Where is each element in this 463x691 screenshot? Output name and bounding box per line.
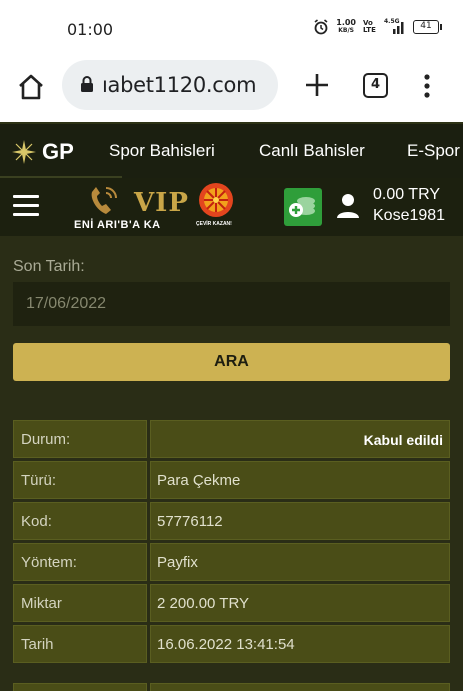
status-icons: 1.00 KB/S Vo LTE 4.5G 41: [313, 18, 442, 35]
detail-value: 2 200.00 TRY: [150, 584, 450, 622]
detail-value: 57776112: [150, 502, 450, 540]
detail-key: Miktar: [13, 584, 147, 622]
site-logo[interactable]: GP: [10, 138, 74, 166]
nav-spor-bahisleri[interactable]: Spor Bahisleri: [109, 141, 215, 161]
detail-key: Kod:: [13, 502, 147, 540]
table-row: Kod: 57776112: [13, 502, 450, 543]
search-button[interactable]: ARA: [13, 343, 450, 381]
table-row: Tarih 16.06.2022 13:41:54: [13, 625, 450, 666]
hamburger-icon[interactable]: [13, 195, 39, 217]
promo-banner[interactable]: VIP ÇEVİR KAZAN! ENİ ARI'B'A KA: [74, 182, 244, 234]
status-value: Kabul edildi: [150, 420, 450, 458]
table-row-partial: [13, 683, 450, 691]
vip-label: VIP: [134, 188, 189, 218]
home-icon[interactable]: [16, 72, 46, 102]
browser-toolbar: ıabet1120.com 4: [0, 56, 463, 122]
table-row: Miktar 2 200.00 TRY: [13, 584, 450, 625]
url-text: ıabet1120.com: [102, 73, 257, 97]
lock-icon: [81, 76, 93, 92]
alarm-icon: [314, 19, 328, 35]
nav-canli-bahisler[interactable]: Canlı Bahisler: [259, 141, 365, 161]
address-bar[interactable]: ıabet1120.com: [62, 60, 278, 110]
status-time: 01:00: [67, 20, 114, 39]
user-icon[interactable]: [336, 192, 360, 220]
promo-text: ENİ ARI'B'A KA: [74, 219, 161, 231]
detail-value: Para Çekme: [150, 461, 450, 499]
wheel-label: ÇEVİR KAZAN!: [196, 221, 232, 227]
network-speed: 1.00 KB/S: [336, 19, 356, 35]
detail-key: Yöntem:: [13, 543, 147, 581]
phone-icon: [91, 187, 117, 214]
status-bar: 01:00 1.00 KB/S Vo LTE 4.5G 41: [0, 0, 463, 56]
table-row: Durum: Kabul edildi: [13, 420, 450, 461]
nav-e-spor[interactable]: E-Spor: [407, 141, 460, 161]
signal-icon: 4.5G: [384, 18, 406, 34]
withdrawal-history-panel: Son Tarih: ARA Durum: Kabul edildi Türü:…: [0, 236, 463, 691]
wheel-icon: [199, 183, 233, 217]
site-nav: GP Spor Bahisleri Canlı Bahisler E-Spor: [0, 122, 463, 179]
speed-unit: KB/S: [338, 27, 354, 34]
speed-value: 1.00: [336, 18, 356, 27]
battery-icon: 41: [413, 20, 442, 34]
logo-text: GP: [42, 139, 74, 164]
username-text[interactable]: Kose1981: [373, 207, 445, 225]
transaction-details-table: Durum: Kabul edildi Türü: Para Çekme Kod…: [13, 420, 450, 666]
date-label: Son Tarih:: [13, 258, 85, 275]
table-row: Yöntem: Payfix: [13, 543, 450, 584]
detail-key: Türü:: [13, 461, 147, 499]
partial-value-cell: [150, 683, 450, 691]
overflow-menu-icon[interactable]: [417, 71, 437, 101]
detail-value: Payfix: [150, 543, 450, 581]
detail-value: 16.06.2022 13:41:54: [150, 625, 450, 663]
end-date-input[interactable]: [13, 282, 450, 326]
new-tab-icon[interactable]: [302, 70, 332, 100]
cash-icon: [289, 197, 315, 217]
detail-key: Tarih: [13, 625, 147, 663]
tab-switcher-button[interactable]: 4: [363, 73, 388, 98]
volte-indicator: Vo LTE: [363, 19, 376, 34]
cash-button[interactable]: [284, 188, 322, 226]
table-row: Türü: Para Çekme: [13, 461, 450, 502]
balance-text: 0.00 TRY: [373, 186, 441, 203]
partial-key-cell: [13, 683, 147, 691]
star-logo-icon: [12, 140, 36, 164]
detail-key: Durum:: [13, 420, 147, 458]
